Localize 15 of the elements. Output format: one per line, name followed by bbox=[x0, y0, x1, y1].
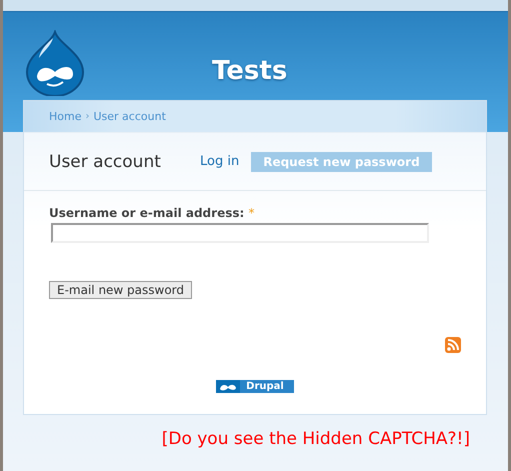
drupal-badge[interactable]: Drupal bbox=[216, 380, 294, 393]
required-mark: * bbox=[248, 206, 254, 220]
submit-button[interactable]: E-mail new password bbox=[49, 281, 192, 299]
field-label: Username or e-mail address: bbox=[49, 206, 244, 220]
breadcrumb-link[interactable]: User account bbox=[93, 110, 166, 123]
breadcrumb-link[interactable]: Home bbox=[49, 110, 82, 123]
drop-logo-icon[interactable] bbox=[25, 30, 85, 96]
site-title[interactable]: Tests bbox=[212, 56, 288, 86]
input-field[interactable] bbox=[51, 223, 429, 243]
rss-feed-icon[interactable] bbox=[445, 337, 461, 353]
tab[interactable]: Log in bbox=[200, 152, 240, 171]
tab[interactable]: Request new password bbox=[251, 152, 432, 172]
page-title: User account bbox=[49, 152, 162, 172]
captcha-note: [Do you see the Hidden CAPTCHA?!] bbox=[160, 428, 471, 449]
breadcrumb-separator: › bbox=[85, 111, 90, 122]
